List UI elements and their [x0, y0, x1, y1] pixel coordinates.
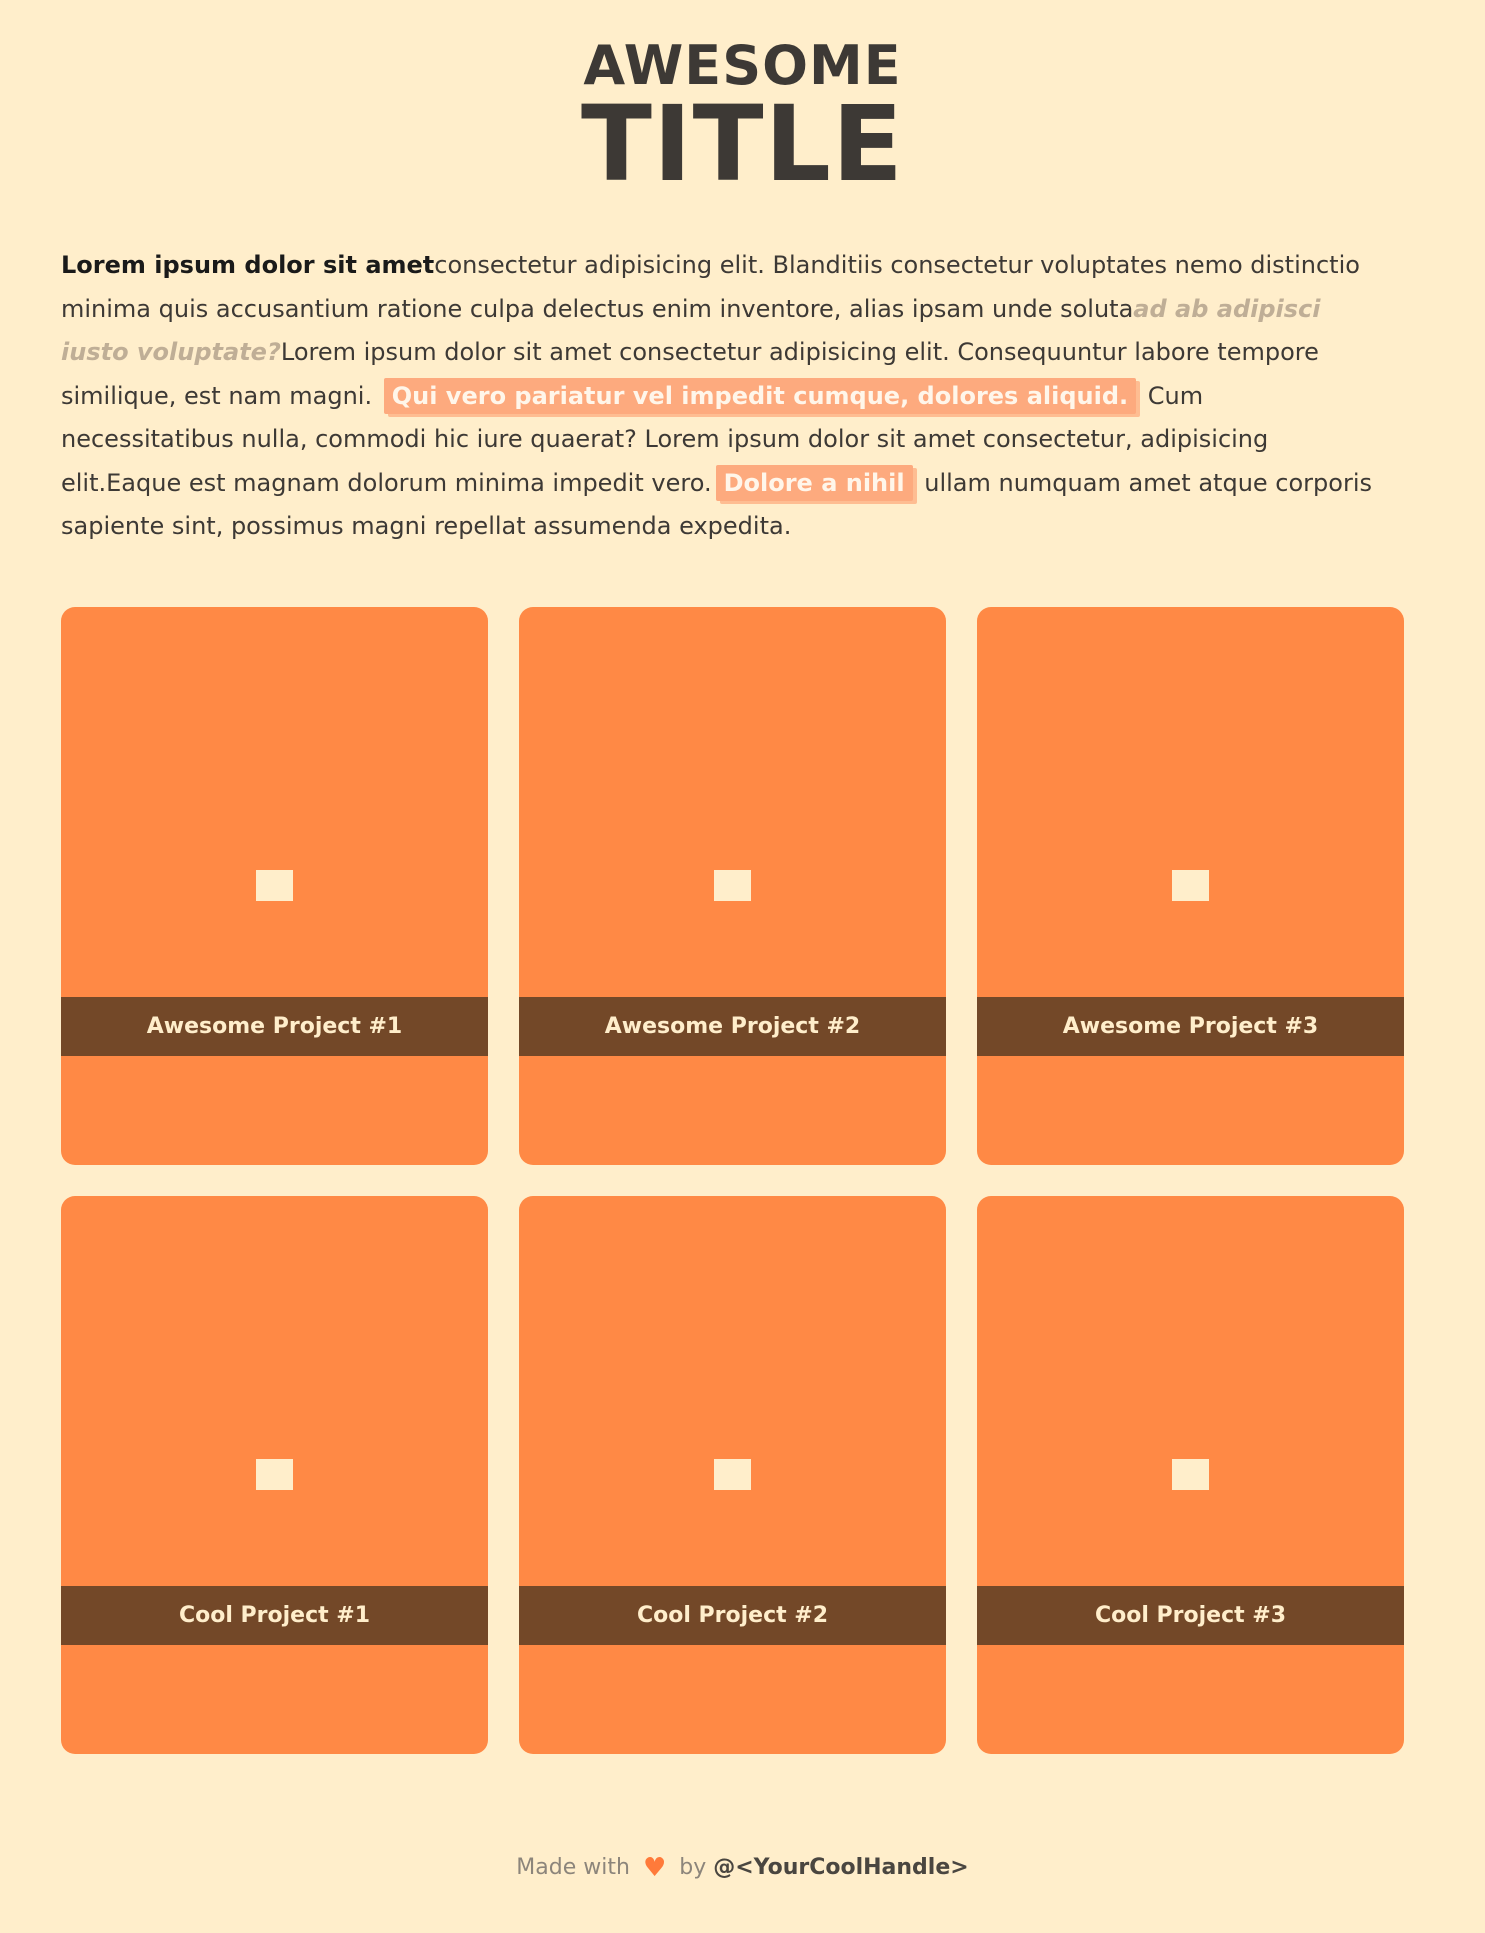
highlight-2: Dolore a nihil: [715, 464, 913, 501]
project-title: Awesome Project #1: [61, 997, 488, 1056]
project-title: Cool Project #2: [519, 1586, 946, 1645]
project-grid: Awesome Project #1 Awesome Project #2 Aw…: [61, 607, 1405, 1754]
project-card[interactable]: Awesome Project #1: [61, 607, 488, 1165]
project-card[interactable]: Awesome Project #3: [977, 607, 1404, 1165]
image-placeholder-icon: [256, 1459, 293, 1490]
project-card[interactable]: Cool Project #3: [977, 1196, 1404, 1754]
project-card[interactable]: Awesome Project #2: [519, 607, 946, 1165]
project-title: Awesome Project #2: [519, 997, 946, 1056]
project-title: Cool Project #3: [977, 1586, 1404, 1645]
project-title: Awesome Project #3: [977, 997, 1404, 1056]
image-placeholder-icon: [1172, 1459, 1209, 1490]
author-handle-link[interactable]: @<YourCoolHandle>: [713, 1855, 968, 1880]
footer: Made with ♥ by @<YourCoolHandle>: [0, 1852, 1485, 1884]
title-bottom: TITLE: [581, 83, 904, 205]
project-card[interactable]: Cool Project #1: [61, 1196, 488, 1754]
intro-lead: Lorem ipsum dolor sit amet: [61, 251, 435, 279]
image-placeholder-icon: [714, 1459, 751, 1490]
image-placeholder-icon: [1172, 870, 1209, 901]
page-title: AWESOME TITLE: [0, 38, 1485, 205]
heart-icon: ♥: [642, 1853, 667, 1883]
highlight-1: Qui vero pariatur vel impedit cumque, do…: [383, 377, 1137, 414]
image-placeholder-icon: [714, 870, 751, 901]
footer-by: by: [679, 1855, 707, 1880]
footer-made-with: Made with: [516, 1855, 630, 1880]
project-title: Cool Project #1: [61, 1586, 488, 1645]
intro-paragraph: Lorem ipsum dolor sit ametconsectetur ad…: [61, 244, 1381, 549]
project-card[interactable]: Cool Project #2: [519, 1196, 946, 1754]
image-placeholder-icon: [256, 870, 293, 901]
